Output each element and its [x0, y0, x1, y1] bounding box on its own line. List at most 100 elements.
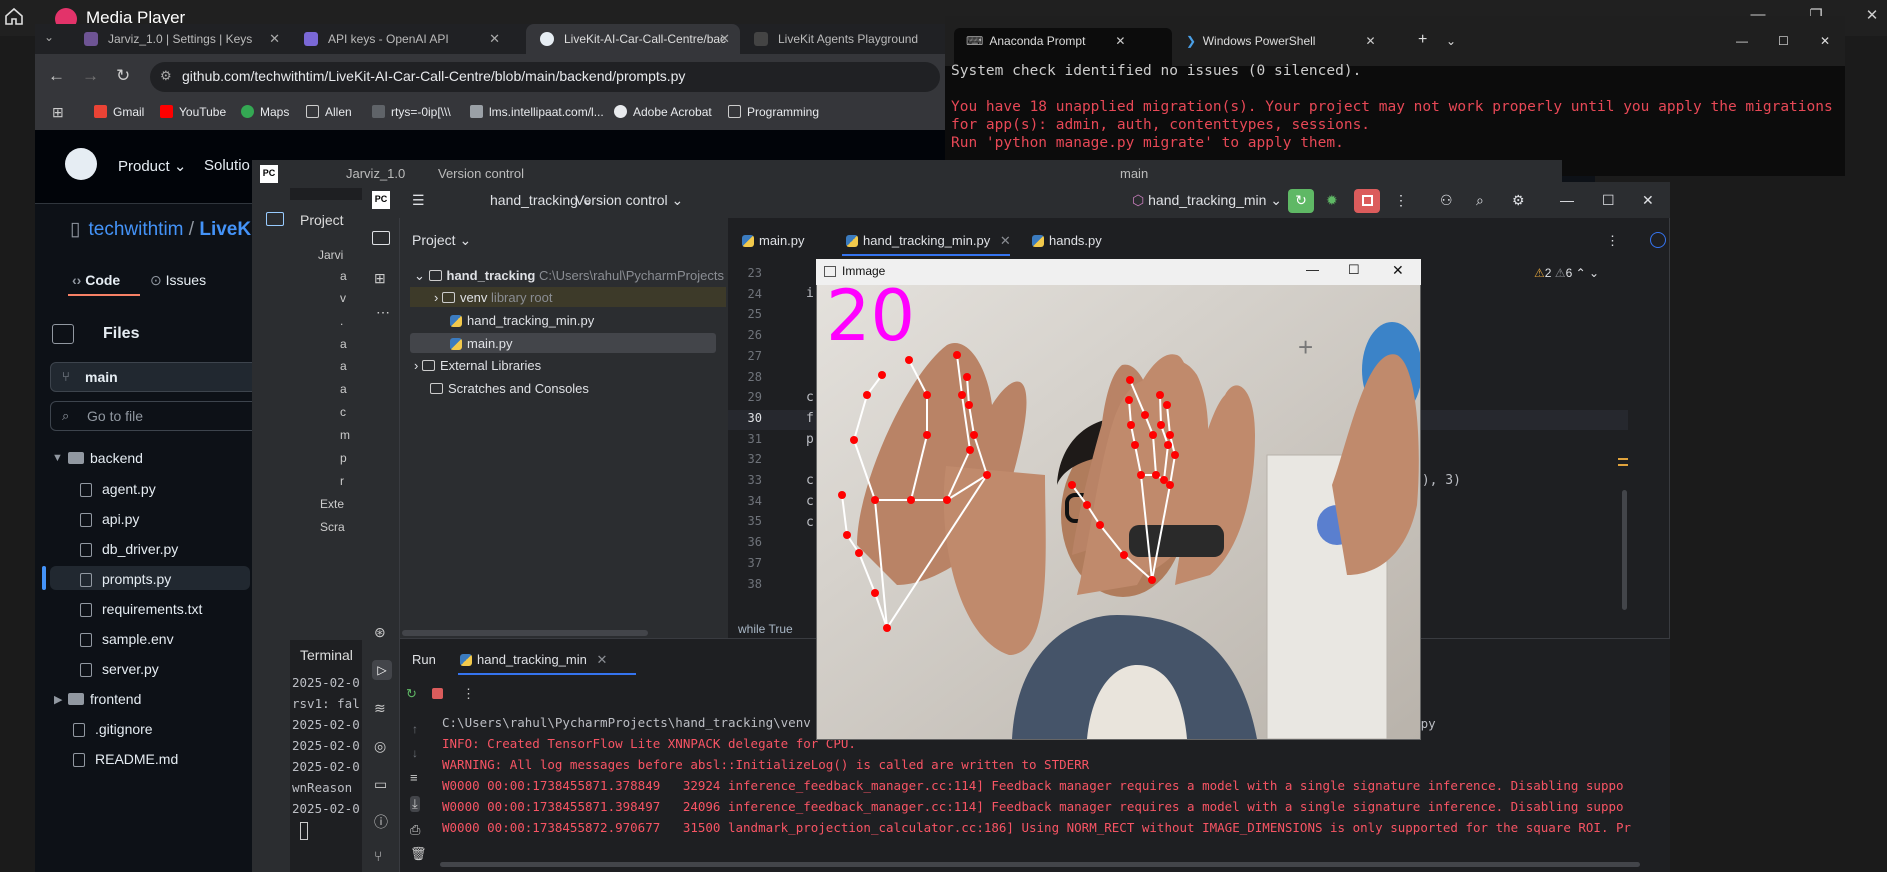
- structure-tool-icon[interactable]: ⊞: [374, 270, 386, 287]
- tree-file[interactable]: README.md: [73, 751, 178, 767]
- back-tree-item[interactable]: .: [340, 314, 343, 328]
- settings-gear-icon[interactable]: ⚙: [1512, 192, 1525, 209]
- tree-external-libraries[interactable]: › External Libraries: [414, 358, 541, 373]
- close-tab-icon[interactable]: ✕: [1115, 34, 1125, 48]
- back-vcs[interactable]: Version control: [438, 166, 524, 181]
- add-user-icon[interactable]: ⚇: [1440, 192, 1453, 209]
- print-icon[interactable]: ⎙: [410, 822, 420, 838]
- back-tree-item[interactable]: Scra: [320, 520, 345, 534]
- bookmark-adobe-acrobat[interactable]: Adobe Acrobat: [614, 105, 712, 119]
- back-tree-item[interactable]: a: [340, 359, 347, 373]
- close-tab-icon[interactable]: ✕: [1365, 34, 1375, 48]
- back-tree-item[interactable]: Exte: [320, 497, 344, 511]
- back-tree-item[interactable]: a: [340, 337, 347, 351]
- forward-icon[interactable]: →: [82, 66, 99, 86]
- nav-product[interactable]: Product ⌄: [118, 157, 186, 175]
- bookmark-rtys[interactable]: rtys=-0ip[\\\: [372, 105, 451, 119]
- back-icon[interactable]: ←: [48, 66, 65, 86]
- back-project-name[interactable]: Jarviz_1.0: [346, 166, 405, 181]
- anaconda-prompt-tab[interactable]: ⌨ Anaconda Prompt ✕: [966, 34, 1125, 48]
- run-output-scrollbar[interactable]: [440, 862, 1640, 867]
- new-tab-icon[interactable]: +: [1418, 31, 1427, 49]
- editor-scrollbar[interactable]: [1622, 490, 1627, 610]
- browser-tab[interactable]: Jarviz_1.0 | Settings | Keys ✕: [70, 24, 290, 54]
- stop-icon[interactable]: [1354, 189, 1380, 213]
- site-info-icon[interactable]: ⚙: [160, 68, 172, 84]
- scroll-up-icon[interactable]: ↑: [412, 722, 418, 736]
- back-tree-item[interactable]: Jarvi: [318, 248, 343, 262]
- bookmark-gmail[interactable]: Gmail: [94, 105, 144, 119]
- chevron-right-icon[interactable]: ▶: [54, 693, 62, 706]
- back-tree-item[interactable]: r: [340, 474, 344, 488]
- home-icon[interactable]: [4, 6, 24, 26]
- tree-file[interactable]: db_driver.py: [80, 541, 178, 557]
- python-packages-icon[interactable]: ⊛: [374, 624, 386, 641]
- reload-icon[interactable]: ↻: [116, 66, 130, 86]
- tab-issues[interactable]: ⊙ Issues: [150, 272, 206, 289]
- close-tab-icon[interactable]: ✕: [269, 31, 280, 47]
- editor-tab-active[interactable]: hand_tracking_min.py ✕: [846, 233, 1011, 249]
- main-menu-icon[interactable]: ☰: [412, 192, 425, 209]
- rerun-icon[interactable]: ↻: [406, 686, 417, 702]
- tree-file[interactable]: server.py: [80, 661, 159, 677]
- github-logo-icon[interactable]: [65, 148, 97, 180]
- search-icon[interactable]: ⌕: [1476, 192, 1484, 209]
- stop-icon[interactable]: [432, 688, 443, 699]
- repo-owner-link[interactable]: techwithtim: [88, 219, 183, 240]
- debug-icon[interactable]: ✹: [1326, 192, 1338, 209]
- tree-file[interactable]: requirements.txt: [80, 601, 202, 617]
- branch-selector[interactable]: main: [50, 362, 260, 392]
- close-tab-icon[interactable]: ✕: [719, 31, 730, 47]
- more-actions-icon[interactable]: ⋮: [1394, 192, 1408, 209]
- inspection-widget[interactable]: ⚠2 ⚠6 ⌃ ⌄: [1534, 266, 1599, 280]
- opencv-minimize-icon[interactable]: —: [1306, 262, 1319, 277]
- editor-tab[interactable]: hands.py: [1032, 233, 1102, 248]
- go-to-file-input[interactable]: Go to file: [50, 401, 260, 431]
- minimize-icon[interactable]: —: [1560, 192, 1574, 208]
- warning-stripe-marker[interactable]: [1618, 458, 1628, 466]
- back-terminal-tab[interactable]: Terminal: [300, 647, 353, 663]
- more-tools-icon[interactable]: ⋯: [376, 304, 390, 321]
- close-tab-icon[interactable]: ✕: [489, 31, 500, 47]
- nav-solutions[interactable]: Solutio: [204, 157, 250, 174]
- notifications-icon[interactable]: [1650, 232, 1666, 248]
- tree-file[interactable]: sample.env: [80, 631, 174, 647]
- back-tree-item[interactable]: v: [340, 291, 346, 305]
- tree-venv[interactable]: › venv library root: [434, 290, 552, 305]
- maximize-icon[interactable]: ☐: [1602, 192, 1615, 209]
- terminal-maximize-icon[interactable]: ☐: [1778, 34, 1789, 48]
- browser-tab-active[interactable]: LiveKit-AI-Car-Call-Centre/bac ✕: [526, 24, 740, 54]
- terminal-tool-icon[interactable]: ▭: [374, 776, 387, 793]
- collapse-sidebar-icon[interactable]: [52, 324, 74, 344]
- run-config-selector[interactable]: ⬡ hand_tracking_min ⌄: [1132, 192, 1282, 209]
- back-folder-icon[interactable]: [266, 212, 284, 226]
- browser-tab[interactable]: API keys - OpenAI API ✕: [290, 24, 510, 54]
- bookmark-maps[interactable]: Maps: [241, 105, 289, 119]
- tree-scratches[interactable]: Scratches and Consoles: [430, 381, 589, 396]
- back-tree-item[interactable]: p: [340, 451, 347, 465]
- git-icon[interactable]: ⑂: [374, 848, 382, 864]
- bookmark-youtube[interactable]: YouTube: [160, 105, 226, 119]
- editor-tabs-menu-icon[interactable]: ⋮: [1606, 233, 1619, 249]
- tab-search-icon[interactable]: ⌄: [44, 30, 54, 44]
- rerun-icon[interactable]: ↻: [1288, 189, 1314, 213]
- clear-icon[interactable]: 🗑: [410, 846, 427, 862]
- tree-file[interactable]: agent.py: [80, 481, 156, 497]
- services-icon[interactable]: ◎: [374, 738, 386, 755]
- close-icon[interactable]: ✕: [1642, 192, 1654, 209]
- back-tree-item[interactable]: a: [340, 382, 347, 396]
- opencv-maximize-icon[interactable]: ☐: [1348, 262, 1360, 278]
- scroll-down-icon[interactable]: ↓: [412, 746, 418, 760]
- terminal-minimize-icon[interactable]: —: [1736, 34, 1748, 48]
- problems-icon[interactable]: ⓘ: [374, 812, 388, 832]
- close-tab-icon[interactable]: ✕: [1000, 233, 1011, 248]
- vcs-selector[interactable]: Version control ⌄: [575, 192, 683, 209]
- bookmark-programming[interactable]: Programming: [728, 105, 819, 119]
- back-tree-item[interactable]: m: [340, 428, 350, 442]
- tree-folder-frontend[interactable]: frontend: [68, 691, 141, 707]
- tree-file-selected[interactable]: main.py: [450, 336, 513, 351]
- scroll-to-end-icon[interactable]: ⤓: [410, 796, 420, 812]
- bookmark-lms[interactable]: lms.intellipaat.com/l...: [470, 105, 604, 119]
- powershell-tab[interactable]: ❯ Windows PowerShell ✕: [1186, 34, 1376, 48]
- run-tool-icon[interactable]: ▷: [372, 660, 392, 680]
